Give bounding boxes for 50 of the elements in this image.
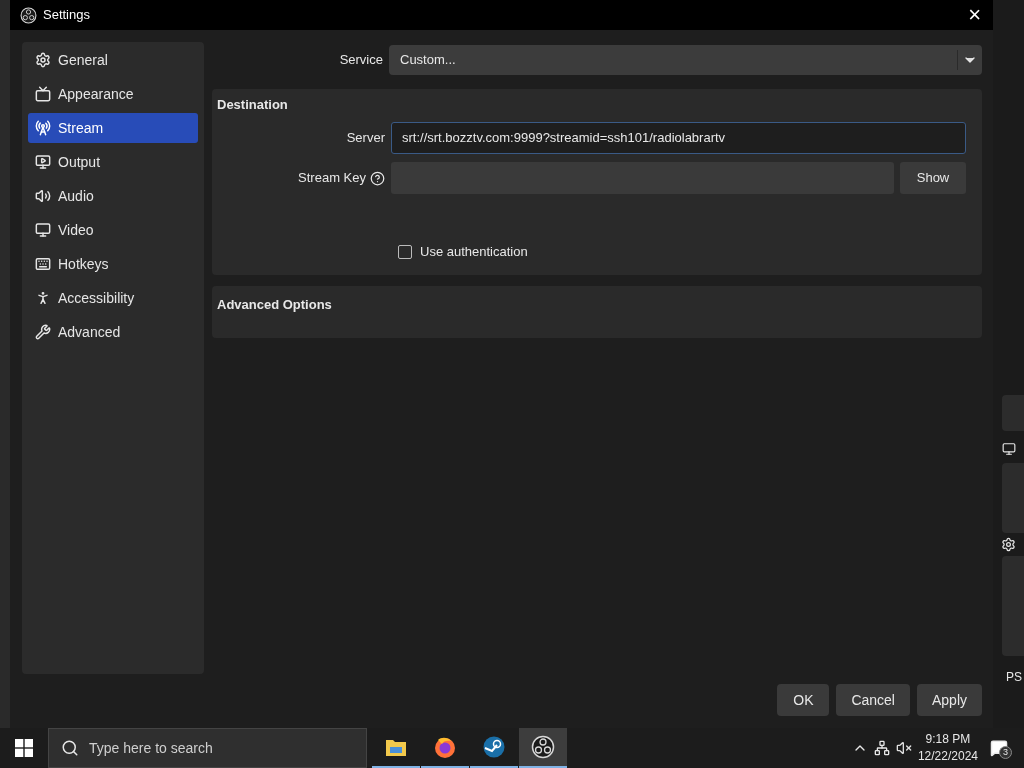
show-button[interactable]: Show	[900, 162, 966, 194]
section-heading: Destination	[217, 96, 289, 113]
sidebar-item[interactable]: Output	[28, 147, 198, 177]
help-icon	[370, 170, 385, 186]
monitor-icon	[35, 86, 51, 102]
game-launcher-icon	[482, 735, 506, 759]
close-button[interactable]: ×	[964, 4, 985, 26]
service-dropdown[interactable]: Custom...	[389, 45, 982, 75]
sidebar-item[interactable]: General	[28, 45, 198, 75]
status-text: PS	[1006, 669, 1022, 686]
search-field[interactable]: Type here to search	[48, 728, 367, 768]
tools-icon	[35, 324, 51, 340]
checkbox[interactable]	[398, 244, 412, 259]
field-label: Server	[345, 129, 386, 148]
sidebar-item[interactable]: Accessibility	[28, 283, 198, 313]
dialog-button[interactable]: OK	[777, 684, 830, 716]
network-icon[interactable]	[873, 740, 890, 756]
gear-icon	[1001, 537, 1016, 552]
browser-icon	[433, 735, 457, 759]
screen-icon	[35, 154, 51, 170]
server-input[interactable]: srt://srt.bozztv.com:9999?streamid=ssh101/radiolabrartv	[391, 122, 966, 154]
recorder-icon	[531, 735, 555, 759]
dialog-button[interactable]: Apply	[916, 684, 982, 716]
muted-speaker-icon[interactable]	[895, 740, 912, 756]
sidebar-item[interactable]: Video	[28, 215, 198, 245]
person-icon	[35, 290, 51, 306]
keyboard-icon	[35, 256, 51, 272]
field-label: Stream Key	[298, 169, 366, 188]
folder-icon	[385, 737, 407, 757]
window-title: Settings	[43, 6, 91, 25]
start-icon[interactable]	[15, 739, 33, 757]
sidebar-item[interactable]: Stream	[28, 113, 198, 143]
taskbar-app[interactable]	[519, 728, 567, 768]
clock-date[interactable]: 12/22/2024	[917, 748, 978, 765]
checkbox-label: Use authentication	[420, 243, 528, 261]
section-heading: Advanced Options	[217, 297, 332, 312]
sidebar-item[interactable]: Hotkeys	[28, 249, 198, 279]
sidebar-item[interactable]: Appearance	[28, 79, 198, 109]
monitor-icon	[35, 222, 51, 238]
search-icon	[61, 739, 79, 757]
sidebar-item[interactable]: Audio	[28, 181, 198, 211]
gear-icon	[35, 52, 51, 68]
speaker-icon	[35, 188, 51, 204]
clock-time[interactable]: 9:18 PM	[925, 731, 971, 748]
dialog-button[interactable]: Cancel	[836, 684, 910, 716]
field-label: Service	[338, 51, 384, 70]
app-logo-icon	[20, 6, 37, 24]
notification-count: 3	[999, 746, 1012, 759]
sidebar-item[interactable]: Advanced	[28, 317, 198, 347]
antenna-icon	[35, 120, 51, 136]
